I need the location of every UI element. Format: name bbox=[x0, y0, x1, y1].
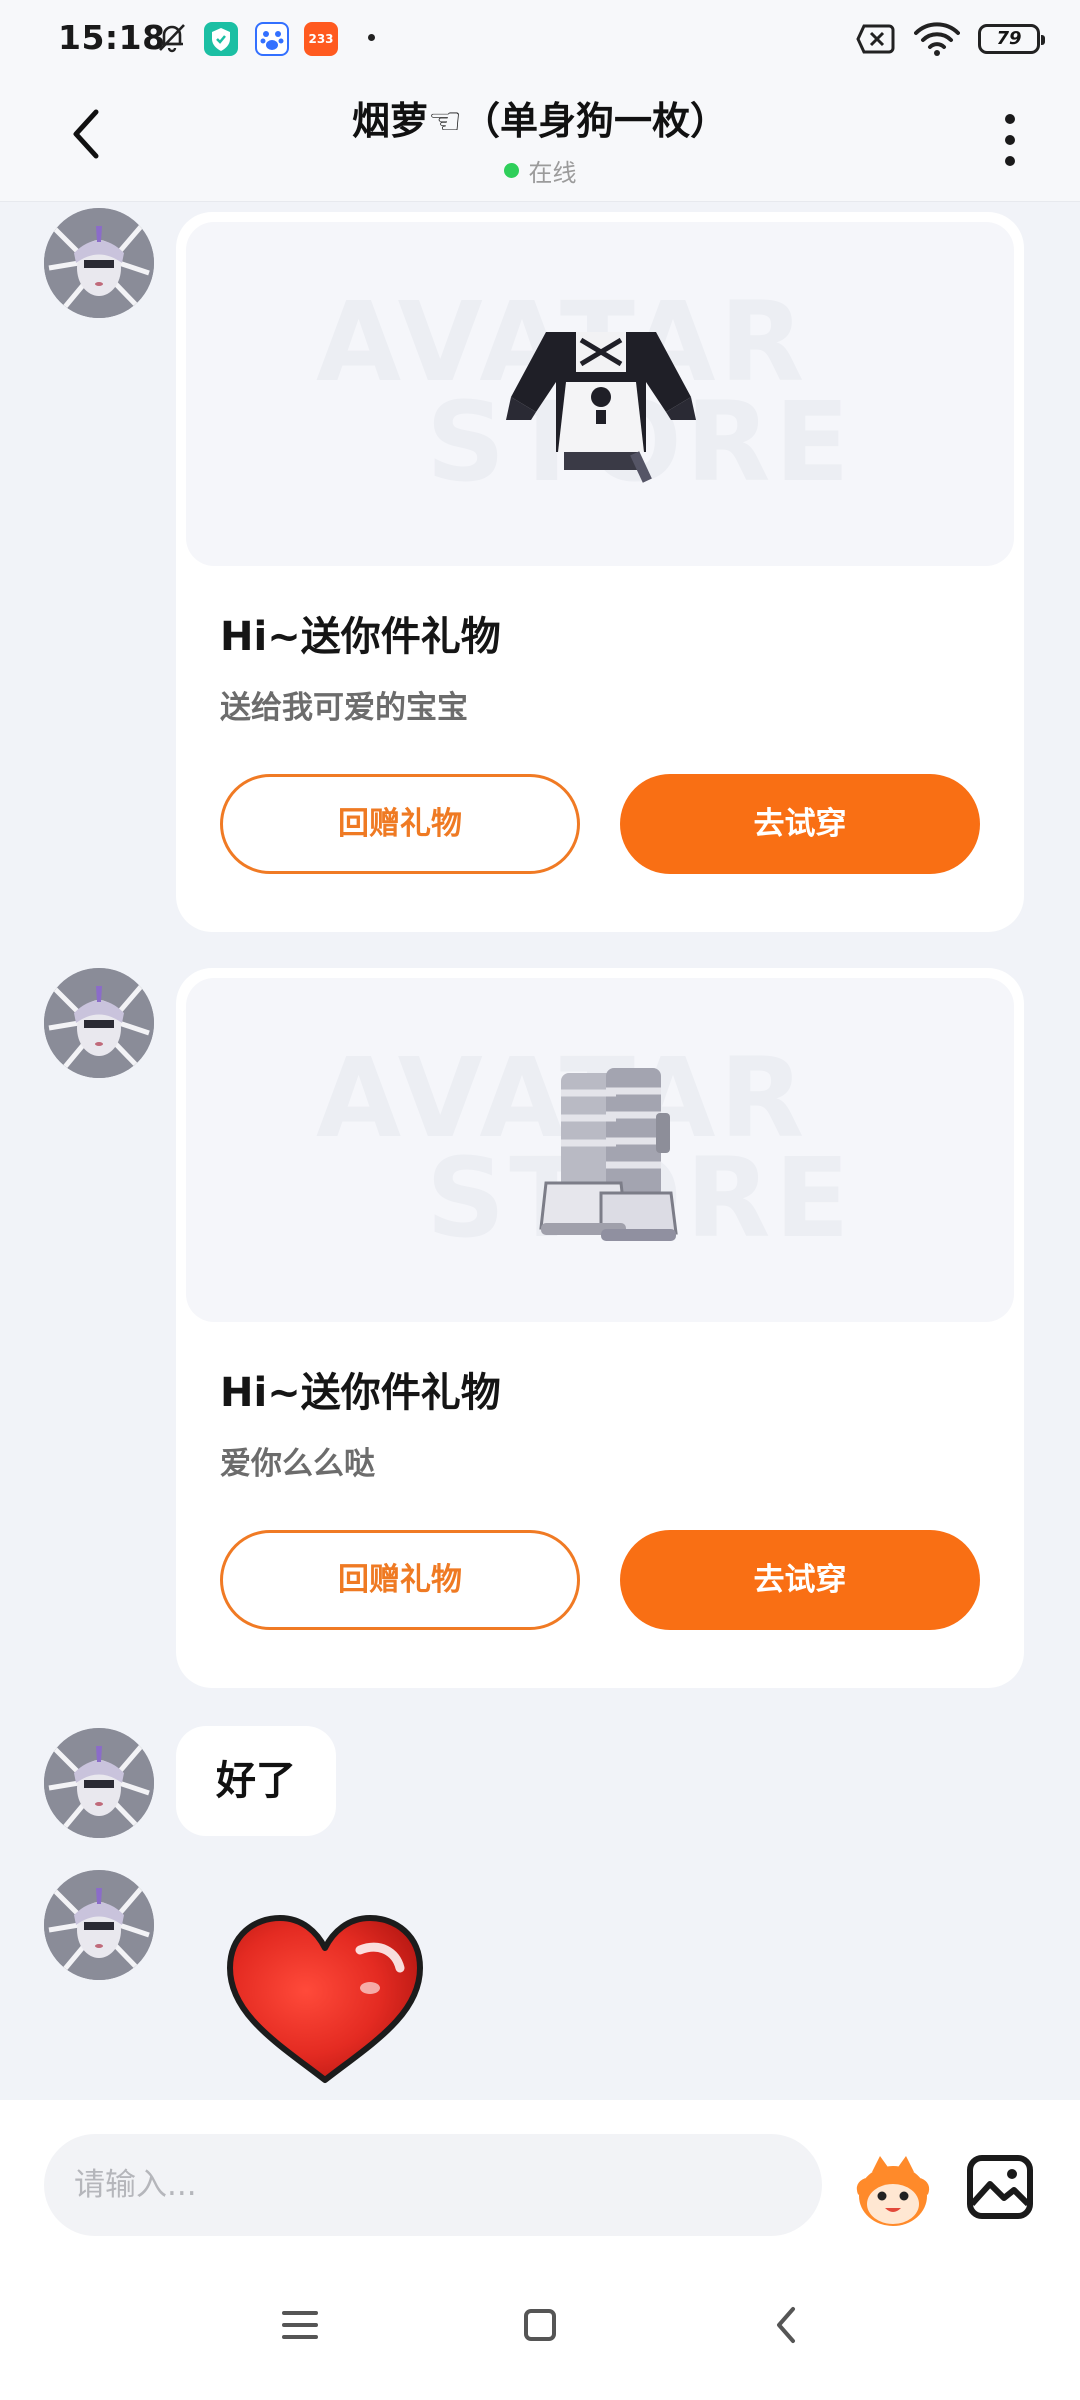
gift-message-text: 爱你么么哒 bbox=[220, 1446, 375, 1482]
message-list[interactable]: AVATAR STORE Hi~送你件礼物 送给我可爱的宝宝 回赠礼物 去试穿 bbox=[0, 202, 1080, 2100]
online-status-label: 在线 bbox=[528, 159, 577, 187]
gift-message-card[interactable]: AVATAR STORE Hi~送你件礼物 送给我可爱的宝宝 回赠礼物 去试穿 bbox=[176, 212, 1024, 932]
more-vertical-icon bbox=[1005, 114, 1015, 124]
battery-icon: 79 bbox=[978, 24, 1045, 54]
return-gift-button[interactable]: 回赠礼物 bbox=[220, 774, 580, 874]
more-options-button[interactable] bbox=[990, 110, 1030, 170]
message-input-bar bbox=[0, 2100, 1080, 2250]
image-picker-icon bbox=[967, 2155, 1033, 2219]
avatar-image bbox=[44, 1870, 154, 1980]
chevron-left-icon bbox=[73, 109, 99, 159]
message-input[interactable] bbox=[44, 2134, 822, 2236]
sender-avatar[interactable] bbox=[44, 1728, 154, 1838]
more-dot bbox=[1005, 135, 1015, 145]
notification-dot bbox=[368, 34, 375, 41]
online-dot-icon bbox=[503, 163, 519, 178]
avatar-image bbox=[44, 968, 154, 1078]
gift-message-text: 送给我可爱的宝宝 bbox=[220, 690, 468, 726]
gift-title: Hi~送你件礼物 bbox=[220, 1370, 501, 1416]
more-dot bbox=[1005, 156, 1015, 166]
mascot-emoji-icon bbox=[856, 2156, 930, 2226]
nav-menu-button[interactable] bbox=[260, 2290, 340, 2360]
try-on-button[interactable]: 去试穿 bbox=[620, 774, 980, 874]
gift-image: AVATAR STORE bbox=[186, 978, 1014, 1322]
sender-avatar[interactable] bbox=[44, 1870, 154, 1980]
return-gift-button[interactable]: 回赠礼物 bbox=[220, 1530, 580, 1630]
nav-home-button[interactable] bbox=[500, 2290, 580, 2360]
home-square-icon bbox=[524, 2309, 556, 2341]
wifi-icon bbox=[914, 22, 960, 56]
baidu-app-icon bbox=[255, 22, 289, 56]
try-on-button[interactable]: 去试穿 bbox=[620, 1530, 980, 1630]
maid-outfit-top-image bbox=[506, 332, 696, 483]
avatar-image bbox=[44, 208, 154, 318]
status-time: 15:18 bbox=[58, 18, 166, 57]
boots-image bbox=[539, 1068, 678, 1241]
gift-title: Hi~送你件礼物 bbox=[220, 614, 501, 660]
menu-lines-icon bbox=[282, 2311, 318, 2339]
page-title: 烟萝☜（单身狗一枚） bbox=[351, 99, 729, 143]
shield-app-icon bbox=[204, 22, 238, 56]
avatar-image bbox=[44, 1728, 154, 1838]
heart-sticker[interactable] bbox=[220, 1910, 430, 2090]
online-status: 在线 bbox=[503, 153, 577, 188]
status-bar: 15:18 233 79 bbox=[0, 0, 1080, 78]
emoji-button[interactable] bbox=[852, 2150, 934, 2232]
nav-back-chevron-icon bbox=[777, 2307, 795, 2343]
text-message-bubble[interactable]: 好了 bbox=[176, 1726, 336, 1836]
gift-message-card[interactable]: AVATAR STORE Hi~送你件礼物 爱你么么哒 回赠礼物 去试穿 bbox=[176, 968, 1024, 1688]
system-nav-bar bbox=[0, 2250, 1080, 2400]
gift-image: AVATAR STORE bbox=[186, 222, 1014, 566]
sender-avatar[interactable] bbox=[44, 208, 154, 318]
sender-avatar[interactable] bbox=[44, 968, 154, 1078]
chat-title-area: 烟萝☜（单身狗一枚） 在线 bbox=[190, 90, 890, 188]
bell-muted-icon bbox=[159, 24, 185, 53]
chat-header: 烟萝☜（单身狗一枚） 在线 bbox=[0, 78, 1080, 202]
image-picker-button[interactable] bbox=[966, 2154, 1034, 2220]
nav-back-button[interactable] bbox=[746, 2290, 826, 2360]
back-button[interactable] bbox=[60, 102, 112, 166]
no-sim-icon bbox=[856, 24, 895, 54]
app-233-icon: 233 bbox=[304, 22, 338, 56]
